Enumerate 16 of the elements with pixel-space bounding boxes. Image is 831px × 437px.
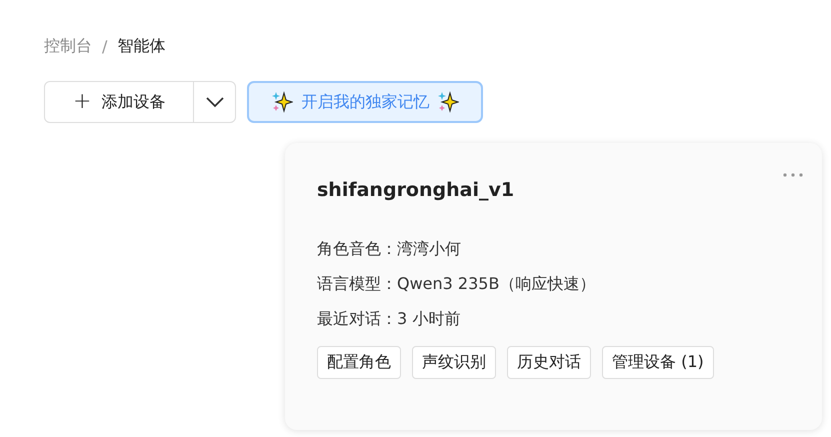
caret-icon <box>206 96 224 108</box>
more-icon[interactable] <box>782 172 804 178</box>
agent-detail: 角色音色：湾湾小何 <box>317 239 462 260</box>
agent-detail: 语言模型：Qwen3 235B（响应快速） <box>317 274 596 295</box>
breadcrumb-current: 智能体 <box>117 36 166 56</box>
add-device-button[interactable]: + 添加设备 <box>45 82 194 122</box>
sparkles-icon <box>271 91 294 113</box>
breadcrumb-separator: / <box>102 36 108 56</box>
action-button[interactable]: 管理设备 (1) <box>602 346 714 379</box>
agent-detail: 最近对话：3 小时前 <box>317 309 462 330</box>
action-button[interactable]: 配置角色 <box>317 346 401 379</box>
action-button[interactable]: 声纹识别 <box>412 346 496 379</box>
breadcrumb-link[interactable]: 控制台 <box>44 36 92 56</box>
action-button[interactable]: 历史对话 <box>507 346 591 379</box>
agent-title: shifangronghai_v1 <box>317 179 516 201</box>
sparkles-icon <box>437 91 460 113</box>
